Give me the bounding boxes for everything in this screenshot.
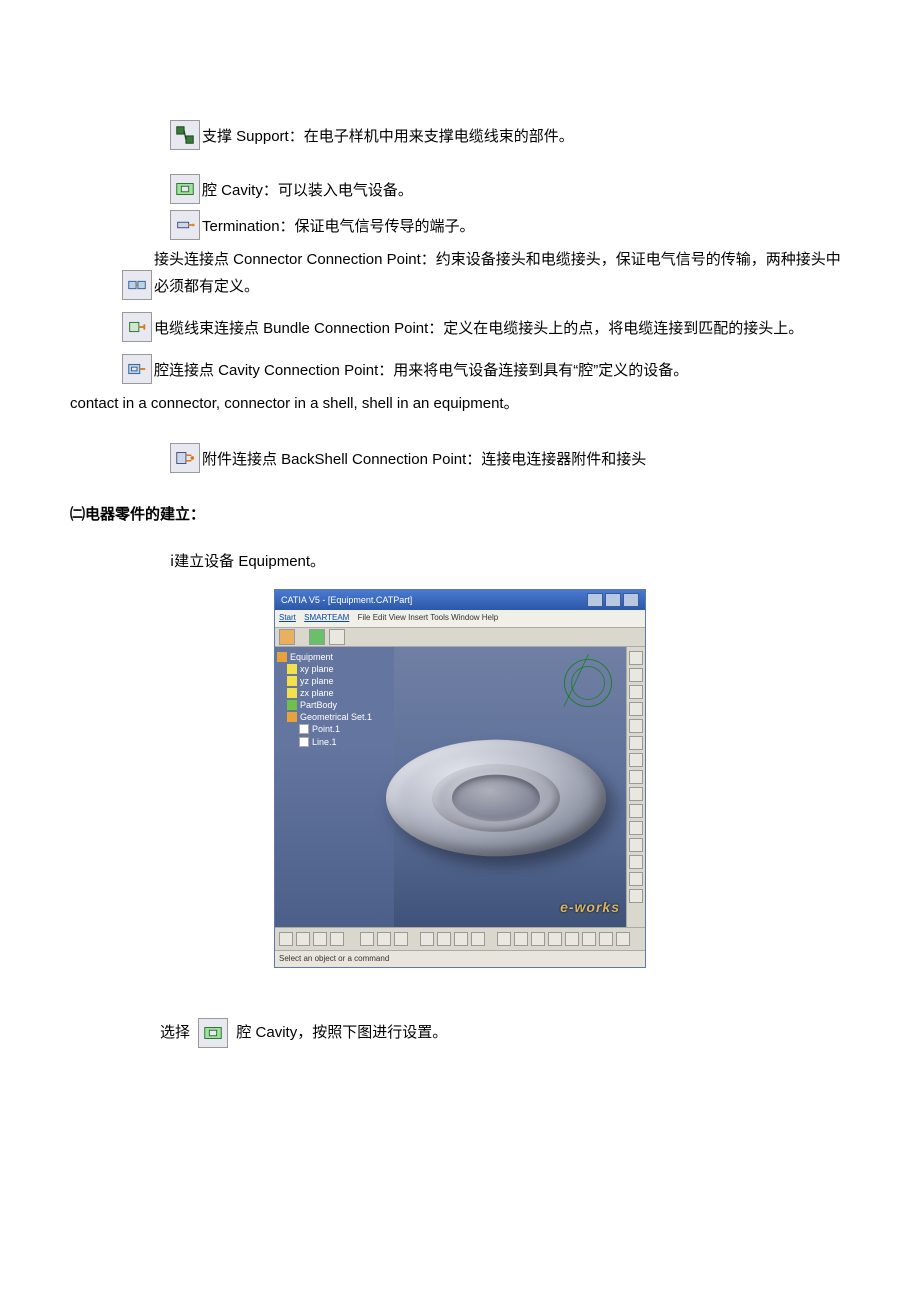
catia-spec-tree: Equipment xy plane yz plane zx plane Par… [275,647,394,927]
item-text: 附件连接点 BackShell Connection Point：连接电连接器附… [202,446,646,473]
tree-item: xy plane [300,663,334,675]
section-heading: ㈡电器零件的建立： [70,501,850,528]
catia-title-text: CATIA V5 - [Equipment.CATPart] [281,592,412,608]
catia-titlebar: CATIA V5 - [Equipment.CATPart] [275,590,645,610]
tree-item: Equipment [290,651,333,663]
backshell-cp-icon [170,443,200,473]
catia-screenshot: CATIA V5 - [Equipment.CATPart] Start SMA… [274,589,646,968]
menu-rest: File Edit View Insert Tools Window Help [358,613,499,622]
tree-item: Point.1 [312,723,340,735]
item-text: 腔 Cavity：可以装入电气设备。 [202,177,413,204]
step-i: ⅰ建立设备 Equipment。 [170,548,850,575]
catia-toolbar-right [626,647,645,927]
catia-3d-viewport: e-works [394,647,626,927]
tree-item: zx plane [300,687,334,699]
menu-start: Start [279,613,296,622]
bundle-cp-icon [122,312,152,342]
catia-toolbar-bottom [275,927,645,950]
item-backshell-cp: 附件连接点 BackShell Connection Point：连接电连接器附… [70,443,850,473]
menu-smartteam: SMARTEAM [304,613,349,622]
cavity-cp-icon [122,354,152,384]
support-icon [170,120,200,150]
compass-icon [564,659,612,707]
item-text: Termination：保证电气信号传导的端子。 [202,213,475,240]
select-prefix: 选择 [160,1024,190,1041]
item-text: 接头连接点 Connector Connection Point：约束设备接头和… [154,246,850,300]
tree-item: Geometrical Set.1 [300,711,372,723]
select-suffix: 腔 Cavity，按照下图进行设置。 [236,1024,447,1041]
item-termination: Termination：保证电气信号传导的端子。 [70,210,850,240]
catia-menubar: Start SMARTEAM File Edit View Insert Too… [275,610,645,627]
termination-icon [170,210,200,240]
watermark: e-works [560,895,620,920]
item-cavity: 腔 Cavity：可以装入电气设备。 [70,174,850,204]
item-connector-cp: 接头连接点 Connector Connection Point：约束设备接头和… [70,246,850,300]
item-text: 电缆线束连接点 Bundle Connection Point：定义在电缆接头上… [154,315,850,342]
connector-cp-icon [122,270,152,300]
item-text: 支撑 Support：在电子样机中用来支撑电缆线束的部件。 [202,123,574,150]
item-bundle-cp: 电缆线束连接点 Bundle Connection Point：定义在电缆接头上… [70,312,850,342]
catia-toolbar-top [275,628,645,647]
item-support: 支撑 Support：在电子样机中用来支撑电缆线束的部件。 [70,120,850,150]
equipment-part-3d [386,739,606,856]
catia-status-bar: Select an object or a command [275,950,645,967]
tree-item: Line.1 [312,736,337,748]
item-cavity-cp: 腔连接点 Cavity Connection Point：用来将电气设备连接到具… [70,354,850,384]
document-page: 支撑 Support：在电子样机中用来支撑电缆线束的部件。 腔 Cavity：可… [0,0,920,1302]
window-buttons [587,593,639,607]
cavity-cp-extra: contact in a connector, connector in a s… [70,390,850,417]
tree-item: yz plane [300,675,334,687]
cavity-icon [170,174,200,204]
select-cavity-line: 选择 腔 Cavity，按照下图进行设置。 [70,1018,850,1048]
tree-item: PartBody [300,699,337,711]
item-text: 腔连接点 Cavity Connection Point：用来将电气设备连接到具… [154,357,850,384]
cavity-icon [198,1018,228,1048]
